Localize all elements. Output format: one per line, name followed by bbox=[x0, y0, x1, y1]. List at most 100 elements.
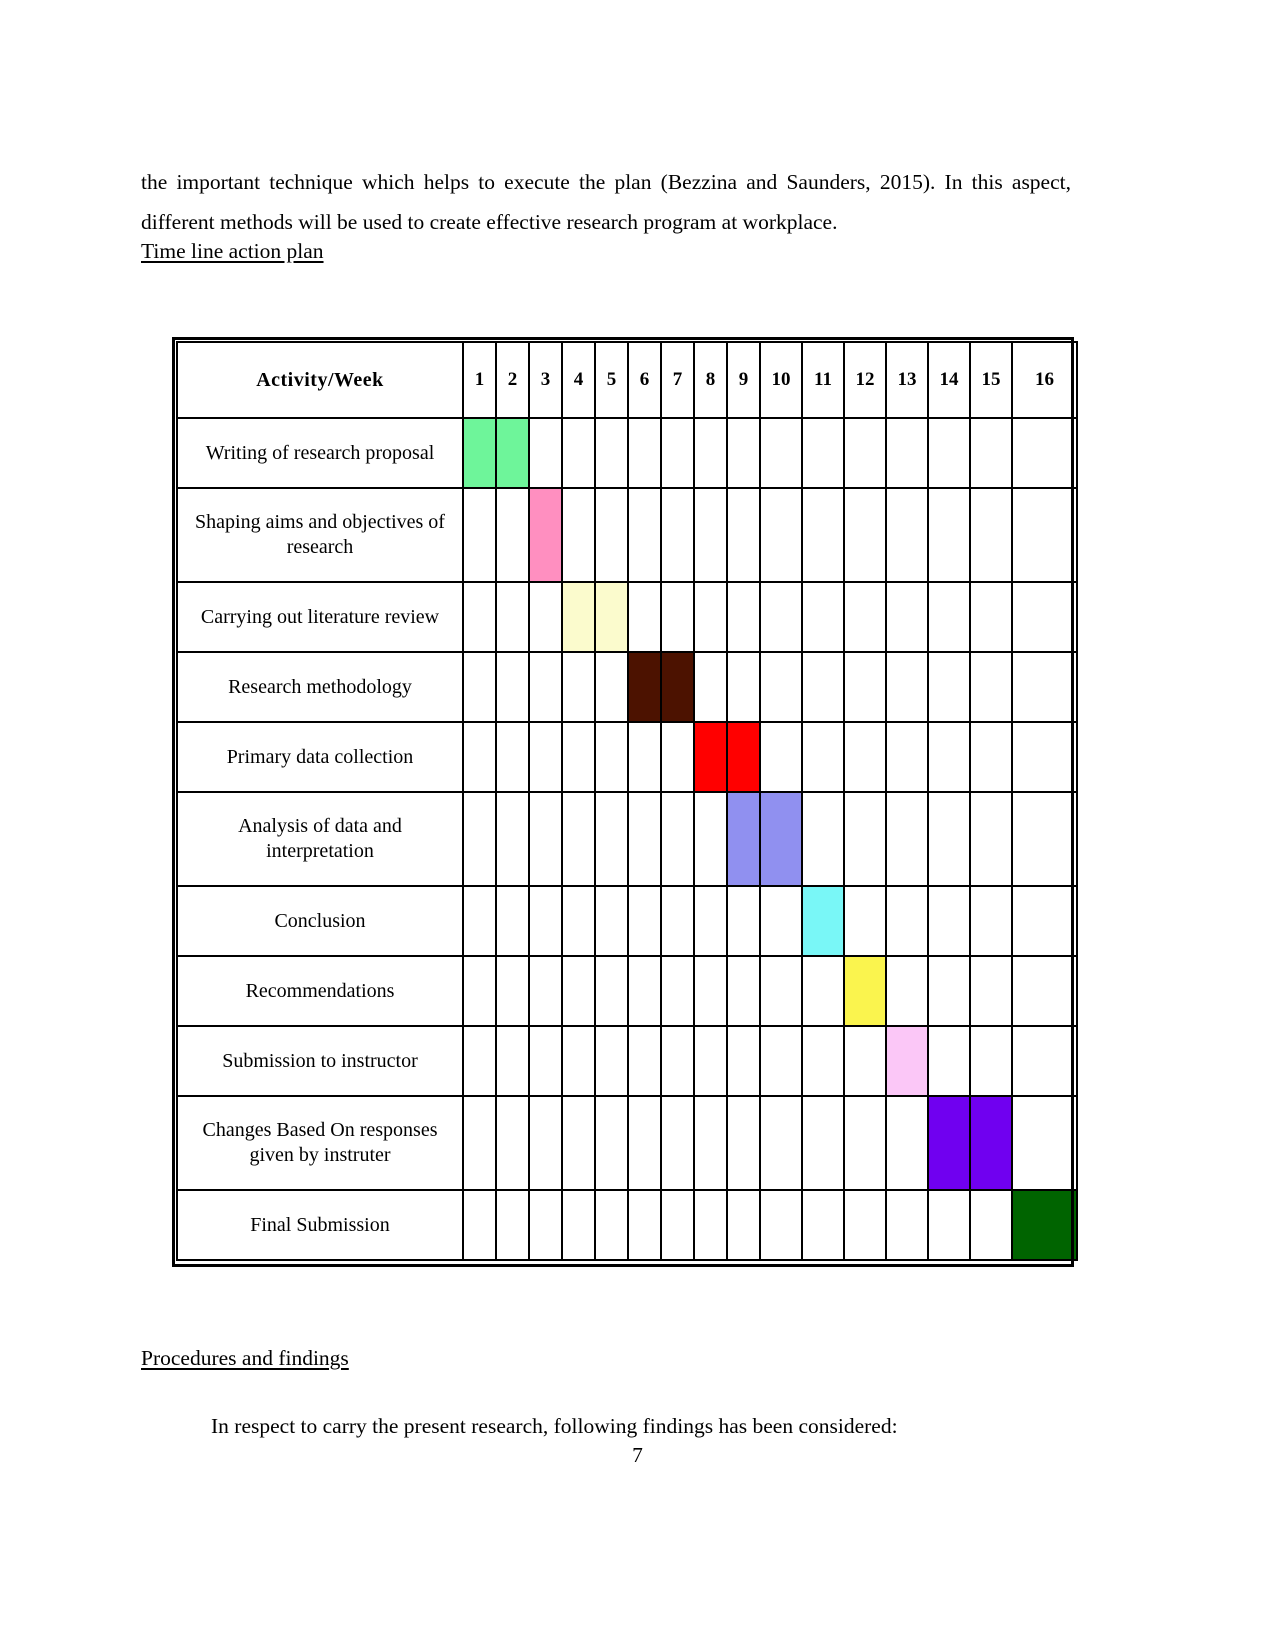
gantt-empty-cell bbox=[594, 651, 629, 723]
gantt-empty-cell bbox=[759, 417, 803, 489]
gantt-empty-cell bbox=[843, 1095, 887, 1191]
gantt-empty-cell bbox=[969, 791, 1013, 887]
gantt-empty-cell bbox=[693, 1189, 728, 1261]
gantt-empty-cell bbox=[885, 885, 929, 957]
column-header-week-3: 3 bbox=[528, 341, 563, 419]
gantt-bar-cell bbox=[969, 1095, 1013, 1191]
table-row: Primary data collection bbox=[176, 721, 1078, 793]
gantt-empty-cell bbox=[885, 417, 929, 489]
gantt-empty-cell bbox=[462, 791, 497, 887]
gantt-empty-cell bbox=[927, 651, 971, 723]
column-header-week-12: 12 bbox=[843, 341, 887, 419]
gantt-bar-cell bbox=[693, 721, 728, 793]
paragraph-findings: In respect to carry the present research… bbox=[211, 1413, 898, 1438]
gantt-empty-cell bbox=[627, 955, 662, 1027]
gantt-empty-cell bbox=[726, 417, 761, 489]
gantt-empty-cell bbox=[627, 1189, 662, 1261]
gantt-empty-cell bbox=[594, 1189, 629, 1261]
gantt-empty-cell bbox=[462, 1095, 497, 1191]
gantt-empty-cell bbox=[726, 955, 761, 1027]
gantt-empty-cell bbox=[495, 1025, 530, 1097]
activity-label: Carrying out literature review bbox=[176, 581, 464, 653]
gantt-empty-cell bbox=[660, 721, 695, 793]
gantt-empty-cell bbox=[801, 721, 845, 793]
gantt-empty-cell bbox=[726, 1189, 761, 1261]
gantt-empty-cell bbox=[561, 651, 596, 723]
gantt-empty-cell bbox=[693, 1095, 728, 1191]
gantt-empty-cell bbox=[801, 1189, 845, 1261]
gantt-empty-cell bbox=[495, 791, 530, 887]
column-header-week-14: 14 bbox=[927, 341, 971, 419]
gantt-empty-cell bbox=[927, 581, 971, 653]
gantt-bar-cell bbox=[594, 581, 629, 653]
column-header-week-13: 13 bbox=[885, 341, 929, 419]
gantt-empty-cell bbox=[885, 955, 929, 1027]
gantt-empty-cell bbox=[927, 487, 971, 583]
gantt-empty-cell bbox=[561, 417, 596, 489]
page-number: 7 bbox=[632, 1443, 643, 1467]
gantt-empty-cell bbox=[627, 721, 662, 793]
paragraph-intro: the important technique which helps to e… bbox=[141, 169, 1071, 234]
gantt-empty-cell bbox=[843, 651, 887, 723]
gantt-empty-cell bbox=[462, 955, 497, 1027]
gantt-bar-cell bbox=[660, 651, 695, 723]
gantt-empty-cell bbox=[885, 721, 929, 793]
table-header-row: Activity/Week 1 2 3 4 5 6 7 8 9 10 11 12 13 14 15 16 bbox=[176, 341, 1078, 419]
gantt-empty-cell bbox=[969, 1189, 1013, 1261]
gantt-empty-cell bbox=[660, 581, 695, 653]
table-row: Writing of research proposal bbox=[176, 417, 1078, 489]
gantt-empty-cell bbox=[759, 955, 803, 1027]
gantt-empty-cell bbox=[693, 487, 728, 583]
gantt-empty-cell bbox=[528, 1025, 563, 1097]
gantt-empty-cell bbox=[1011, 581, 1078, 653]
column-header-week-11: 11 bbox=[801, 341, 845, 419]
gantt-empty-cell bbox=[627, 791, 662, 887]
gantt-empty-cell bbox=[801, 651, 845, 723]
gantt-empty-cell bbox=[693, 417, 728, 489]
gantt-empty-cell bbox=[561, 1025, 596, 1097]
gantt-empty-cell bbox=[660, 791, 695, 887]
gantt-bar-cell bbox=[528, 487, 563, 583]
gantt-empty-cell bbox=[759, 1189, 803, 1261]
gantt-bar-cell bbox=[462, 417, 497, 489]
activity-label: Shaping aims and objectives of research bbox=[176, 487, 464, 583]
gantt-bar-cell bbox=[726, 791, 761, 887]
activity-label: Primary data collection bbox=[176, 721, 464, 793]
gantt-empty-cell bbox=[495, 1189, 530, 1261]
gantt-empty-cell bbox=[969, 581, 1013, 653]
gantt-empty-cell bbox=[1011, 721, 1078, 793]
gantt-empty-cell bbox=[969, 721, 1013, 793]
activity-label: Final Submission bbox=[176, 1189, 464, 1261]
gantt-empty-cell bbox=[462, 581, 497, 653]
gantt-empty-cell bbox=[693, 1025, 728, 1097]
gantt-empty-cell bbox=[726, 487, 761, 583]
table-row: Final Submission bbox=[176, 1189, 1078, 1261]
gantt-empty-cell bbox=[726, 885, 761, 957]
gantt-empty-cell bbox=[843, 1189, 887, 1261]
gantt-empty-cell bbox=[885, 1095, 929, 1191]
gantt-bar-cell bbox=[1011, 1189, 1078, 1261]
gantt-empty-cell bbox=[927, 791, 971, 887]
gantt-empty-cell bbox=[462, 885, 497, 957]
gantt-empty-cell bbox=[594, 1025, 629, 1097]
activity-label: Conclusion bbox=[176, 885, 464, 957]
gantt-empty-cell bbox=[561, 885, 596, 957]
gantt-empty-cell bbox=[528, 791, 563, 887]
gantt-chart: Activity/Week 1 2 3 4 5 6 7 8 9 10 11 12 13 14 15 16 Wr… bbox=[176, 341, 1078, 1261]
table-row: Carrying out literature review bbox=[176, 581, 1078, 653]
gantt-empty-cell bbox=[495, 581, 530, 653]
gantt-empty-cell bbox=[843, 581, 887, 653]
gantt-empty-cell bbox=[528, 1095, 563, 1191]
gantt-empty-cell bbox=[801, 1095, 845, 1191]
gantt-empty-cell bbox=[528, 1189, 563, 1261]
column-header-week-4: 4 bbox=[561, 341, 596, 419]
gantt-empty-cell bbox=[927, 955, 971, 1027]
gantt-empty-cell bbox=[759, 1025, 803, 1097]
gantt-empty-cell bbox=[843, 417, 887, 489]
table-row: Submission to instructor bbox=[176, 1025, 1078, 1097]
gantt-empty-cell bbox=[1011, 1095, 1078, 1191]
gantt-empty-cell bbox=[969, 955, 1013, 1027]
gantt-empty-cell bbox=[801, 581, 845, 653]
gantt-empty-cell bbox=[594, 1095, 629, 1191]
gantt-empty-cell bbox=[495, 721, 530, 793]
